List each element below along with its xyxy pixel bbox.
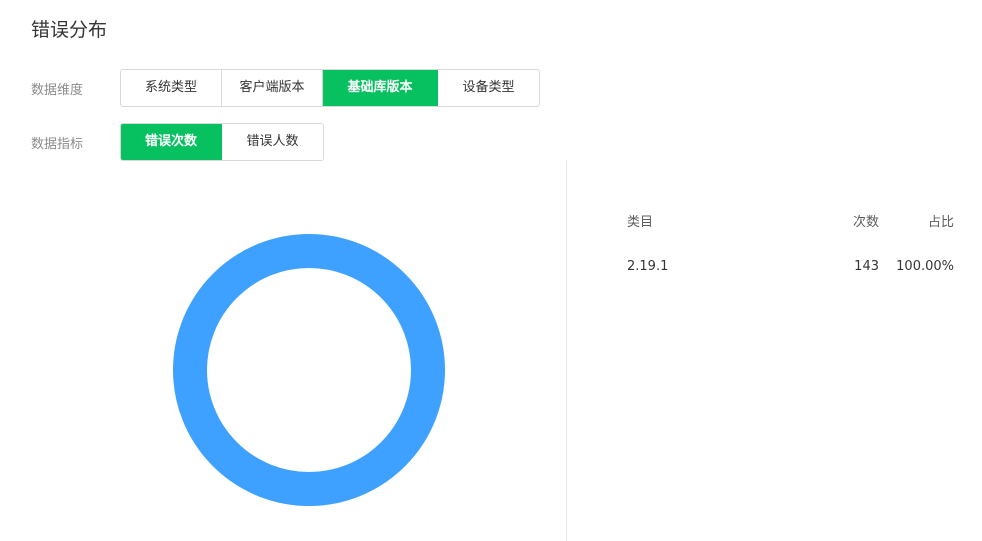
- metric-option-error-count[interactable]: 错误次数: [121, 124, 222, 160]
- row-ratio: 100.00%: [896, 258, 954, 274]
- header-count: 次数: [852, 214, 879, 230]
- dimension-option-os-type[interactable]: 系统类型: [121, 70, 222, 106]
- table-header-row: 类目 次数 占比: [627, 204, 954, 236]
- metric-label: 数据指标: [31, 136, 84, 152]
- metric-segmented-control: 错误次数 错误人数: [120, 123, 324, 161]
- row-category: 2.19.1: [627, 258, 669, 274]
- header-ratio: 占比: [927, 214, 954, 230]
- metric-option-error-users[interactable]: 错误人数: [222, 124, 323, 160]
- dimension-filter: 数据维度 系统类型 客户端版本 基础库版本 设备类型: [31, 69, 540, 107]
- dimension-option-client-version[interactable]: 客户端版本: [222, 70, 323, 106]
- panel-divider: [566, 160, 567, 541]
- donut-slice-2.19.1[interactable]: [173, 234, 445, 506]
- error-distribution-donut-chart: [173, 234, 445, 506]
- distribution-table: 类目 次数 占比 2.19.1 143 100.00%: [627, 204, 954, 296]
- dimension-option-device-type[interactable]: 设备类型: [438, 70, 539, 106]
- dimension-label: 数据维度: [31, 82, 84, 98]
- header-category: 类目: [627, 214, 654, 230]
- metric-filter: 数据指标 错误次数 错误人数: [31, 123, 324, 161]
- page-title: 错误分布: [31, 19, 108, 41]
- dimension-option-base-library-version[interactable]: 基础库版本: [323, 70, 438, 106]
- row-count: 143: [854, 258, 879, 274]
- table-row: 2.19.1 143 100.00%: [627, 236, 954, 296]
- dimension-segmented-control: 系统类型 客户端版本 基础库版本 设备类型: [120, 69, 540, 107]
